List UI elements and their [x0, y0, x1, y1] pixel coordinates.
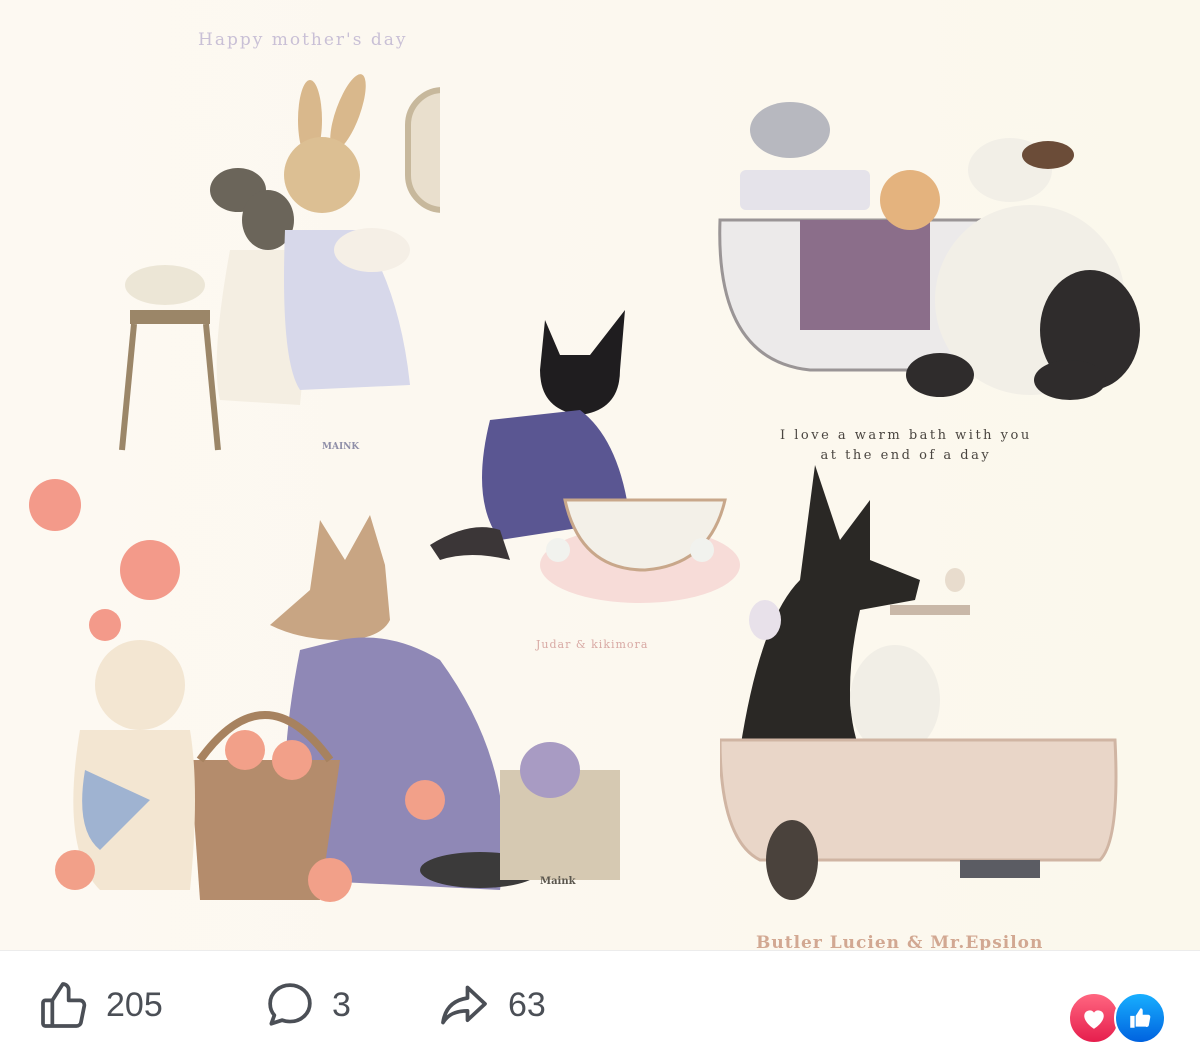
reactions-summary[interactable]	[1068, 992, 1172, 1044]
panda-bath-illustration	[718, 102, 1140, 400]
thumbs-up-icon	[1130, 1008, 1151, 1028]
love-reaction	[1068, 992, 1120, 1044]
heart-icon	[1084, 1010, 1104, 1029]
comment-bubble-icon	[268, 983, 312, 1026]
caption-butler: Butler Lucien & Mr.Epsilon	[756, 933, 1044, 950]
like-button[interactable]: 205	[36, 979, 163, 1031]
artist-signature-2: Maink	[540, 876, 576, 887]
like-reaction	[1114, 992, 1166, 1044]
fox-dog-peaches-illustration	[29, 479, 620, 902]
artist-signature: MAINK	[322, 442, 360, 452]
share-count: 63	[508, 985, 546, 1024]
share-button[interactable]: 63	[434, 979, 546, 1031]
post-action-bar: 205 3 63	[0, 950, 1200, 1058]
thumbs-up-icon	[41, 982, 87, 1028]
rabbits-illustration	[119, 74, 440, 451]
comment-button[interactable]: 3	[262, 979, 351, 1031]
share-arrow-icon	[441, 985, 487, 1025]
like-count: 205	[106, 985, 163, 1024]
post-image[interactable]: Happy mother's day MAINK I love a warm b…	[0, 0, 1200, 950]
doberman-bath-illustration	[720, 465, 1118, 900]
caption-mothers-day: Happy mother's day	[198, 30, 408, 50]
comment-count: 3	[332, 985, 351, 1024]
